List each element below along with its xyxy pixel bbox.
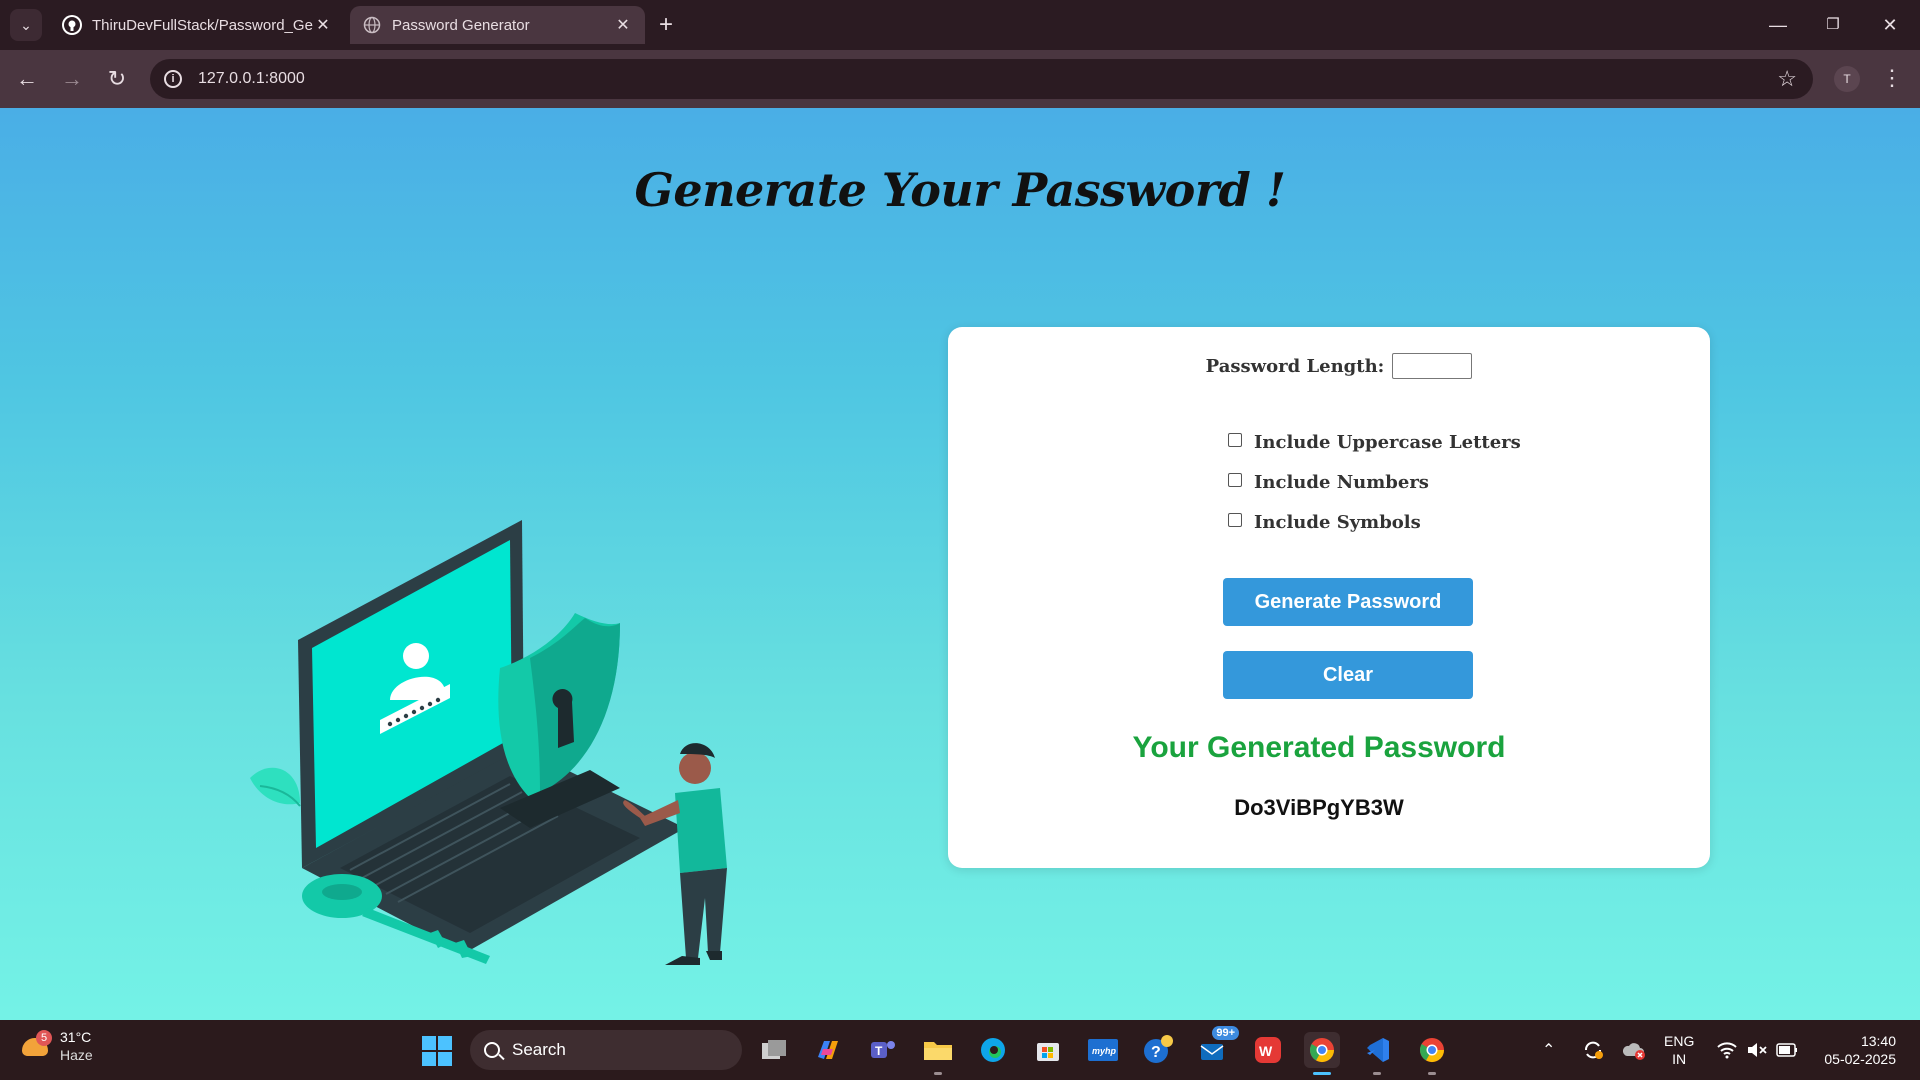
clock-date: 05-02-2025: [1824, 1051, 1896, 1067]
tab-title: Password Generator: [392, 16, 530, 34]
site-info-icon[interactable]: i: [164, 70, 182, 88]
length-label: Password Length:: [1205, 355, 1385, 377]
myhp-icon[interactable]: myhp: [1085, 1032, 1121, 1068]
uppercase-checkbox[interactable]: [1228, 433, 1242, 447]
reload-icon[interactable]: ↻: [102, 64, 132, 94]
clear-button[interactable]: Clear: [1223, 651, 1473, 699]
browser-toolbar: ← → ↻ i 127.0.0.1:8000 ☆ T ⋮: [0, 50, 1920, 108]
language-indicator[interactable]: ENG IN: [1664, 1032, 1694, 1068]
generator-card: Password Length: Include Uppercase Lette…: [948, 327, 1710, 868]
forward-icon[interactable]: →: [57, 64, 87, 94]
cloud-offline-icon[interactable]: [1622, 1020, 1646, 1080]
weather-icon: 5: [20, 1030, 52, 1062]
close-tab-icon[interactable]: ✕: [613, 15, 633, 35]
symbols-checkbox[interactable]: [1228, 513, 1242, 527]
security-illustration: [250, 520, 727, 965]
language-code: ENG: [1664, 1033, 1695, 1049]
search-label: Search: [512, 1040, 566, 1059]
clock-time: 13:40: [1860, 1033, 1896, 1049]
generate-password-button[interactable]: Generate Password: [1223, 578, 1473, 626]
windows-start-icon[interactable]: [422, 1036, 452, 1066]
taskbar: 5 31°C Haze Search T myhp ? 99+ W ⌃ ENG …: [0, 1020, 1920, 1080]
system-clock[interactable]: 13:40 05-02-2025: [1816, 1032, 1896, 1068]
close-window-icon[interactable]: ✕: [1870, 10, 1910, 40]
get-help-icon[interactable]: ?: [1140, 1032, 1176, 1068]
battery-icon[interactable]: [1776, 1020, 1798, 1080]
address-bar[interactable]: i 127.0.0.1:8000 ☆: [150, 59, 1813, 99]
tab-password-generator[interactable]: Password Generator ✕: [350, 6, 645, 44]
restore-icon[interactable]: ❐: [1813, 10, 1853, 40]
more-menu-icon[interactable]: ⋮: [1880, 62, 1904, 94]
wifi-icon[interactable]: [1716, 1020, 1738, 1080]
option-label: Include Numbers: [1254, 471, 1429, 493]
weather-condition: Haze: [60, 1047, 93, 1063]
page-title: Generate Your Password !: [634, 163, 1286, 217]
chrome-profile-running-indicator: [1428, 1072, 1436, 1075]
wps-office-icon[interactable]: W: [1250, 1032, 1286, 1068]
option-uppercase[interactable]: Include Uppercase Letters: [1228, 422, 1521, 462]
edge-icon[interactable]: [975, 1032, 1011, 1068]
file-explorer-icon[interactable]: [920, 1032, 956, 1068]
globe-icon: [362, 15, 382, 35]
vscode-icon[interactable]: [1359, 1032, 1395, 1068]
search-icon: [484, 1042, 500, 1058]
length-row: Password Length:: [948, 353, 1710, 379]
option-label: Include Uppercase Letters: [1254, 431, 1521, 453]
minimize-icon[interactable]: —: [1758, 10, 1798, 40]
length-input[interactable]: [1392, 353, 1473, 379]
vscode-running-indicator: [1373, 1072, 1381, 1075]
option-label: Include Symbols: [1254, 511, 1421, 533]
svg-text:T: T: [875, 1044, 883, 1058]
option-numbers[interactable]: Include Numbers: [1228, 462, 1521, 502]
tab-search-button[interactable]: ⌄: [10, 9, 42, 41]
browser-titlebar: ⌄ ThiruDevFullStack/Password_Ge ✕ Passwo…: [0, 0, 1920, 50]
store-icon[interactable]: [1030, 1032, 1066, 1068]
tab-title: ThiruDevFullStack/Password_Ge: [92, 16, 313, 34]
svg-text:W: W: [1259, 1043, 1273, 1059]
copilot-icon[interactable]: [810, 1032, 846, 1068]
chrome-active-indicator: [1313, 1072, 1331, 1075]
github-icon: [62, 15, 82, 35]
result-heading: Your Generated Password: [1132, 731, 1506, 764]
teams-icon[interactable]: T: [865, 1032, 901, 1068]
weather-badge: 5: [36, 1030, 52, 1046]
mail-icon[interactable]: 99+: [1195, 1026, 1239, 1068]
profile-avatar[interactable]: T: [1834, 66, 1860, 92]
mail-badge: 99+: [1212, 1026, 1239, 1040]
url-text[interactable]: 127.0.0.1:8000: [198, 70, 305, 88]
sync-icon[interactable]: [1582, 1020, 1604, 1080]
bookmark-star-icon[interactable]: ☆: [1777, 66, 1797, 92]
chrome-icon-active[interactable]: [1304, 1032, 1340, 1068]
generated-password: Do3ViBPgYB3W: [1234, 795, 1404, 820]
new-tab-button[interactable]: +: [652, 12, 680, 40]
taskbar-search[interactable]: Search: [470, 1030, 742, 1070]
numbers-checkbox[interactable]: [1228, 473, 1242, 487]
svg-text:myhp: myhp: [1092, 1046, 1117, 1056]
explorer-running-indicator: [934, 1072, 942, 1075]
page-viewport: Generate Your Password ! Password Length…: [0, 108, 1920, 1020]
volume-muted-icon[interactable]: [1746, 1020, 1768, 1080]
weather-temp: 31°C: [60, 1029, 92, 1045]
options-list: Include Uppercase Letters Include Number…: [1228, 422, 1521, 542]
tab-github[interactable]: ThiruDevFullStack/Password_Ge ✕: [50, 6, 345, 44]
weather-widget[interactable]: 5 31°C Haze: [20, 1028, 93, 1064]
chrome-profile-icon[interactable]: [1414, 1032, 1450, 1068]
back-icon[interactable]: ←: [12, 64, 42, 94]
close-tab-icon[interactable]: ✕: [313, 15, 333, 35]
language-region: IN: [1672, 1051, 1687, 1067]
task-view-icon[interactable]: [756, 1032, 792, 1068]
show-hidden-icons[interactable]: ⌃: [1542, 1020, 1555, 1080]
svg-text:?: ?: [1151, 1044, 1161, 1061]
option-symbols[interactable]: Include Symbols: [1228, 502, 1521, 542]
